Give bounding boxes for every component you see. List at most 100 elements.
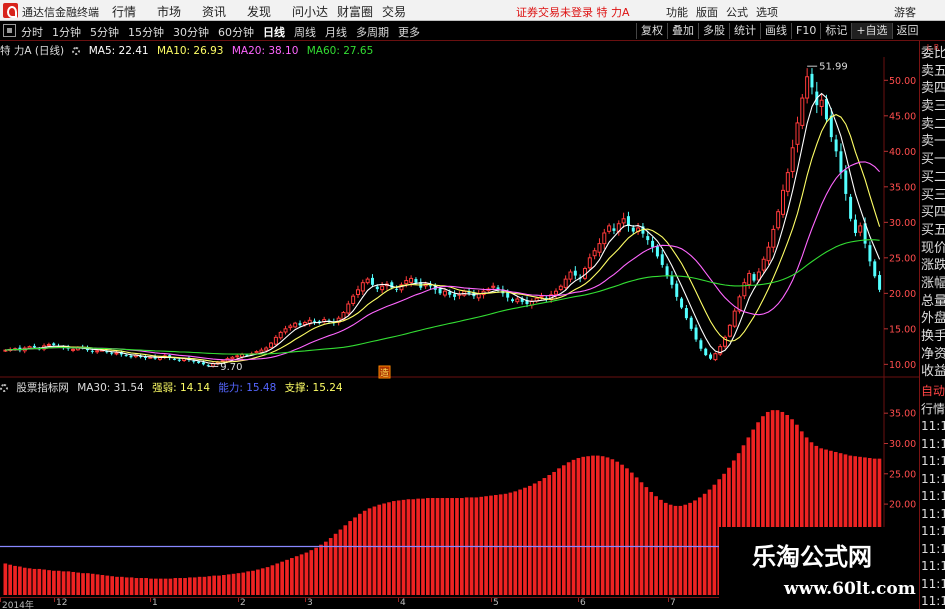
quote-row: 收益 xyxy=(921,364,945,380)
quote-row: 净资 xyxy=(921,346,945,362)
candle-up xyxy=(409,277,414,283)
indicator-bar xyxy=(659,499,663,595)
menu-wealth[interactable]: 财富圈 xyxy=(337,3,382,20)
candle-down xyxy=(414,279,418,283)
menu-news[interactable]: 资讯 xyxy=(202,3,247,20)
tool-overlay[interactable]: 叠加 xyxy=(667,23,698,39)
time-label: 2014年 xyxy=(2,601,34,609)
price-tick-label: 25.00 xyxy=(889,253,916,264)
window-icon[interactable] xyxy=(3,24,16,37)
candle-up xyxy=(230,356,235,360)
candle-down xyxy=(612,228,616,231)
price-tick-label: 30.00 xyxy=(889,218,916,229)
period-tab-daily[interactable]: 日线 xyxy=(263,24,285,40)
quote-row: 总量 xyxy=(921,293,945,309)
indicator-bar xyxy=(71,571,76,595)
candle-down xyxy=(834,139,838,152)
indicator-bar xyxy=(527,485,532,595)
period-tab-15min[interactable]: 15分钟 xyxy=(128,24,164,40)
period-tab-weekly[interactable]: 周线 xyxy=(294,24,316,40)
tick-row: 11:1 xyxy=(921,489,945,503)
indicator-bar xyxy=(280,561,284,595)
period-tab-intraday[interactable]: 分时 xyxy=(21,24,43,40)
menu-options[interactable]: 选项 xyxy=(756,4,786,20)
candle-up xyxy=(365,278,370,284)
period-tab-30min[interactable]: 30分钟 xyxy=(173,24,209,40)
menu-trade[interactable]: 交易 xyxy=(382,3,427,20)
guest-label[interactable]: 游客 xyxy=(894,4,916,20)
period-tab-multi[interactable]: 多周期 xyxy=(356,24,389,40)
candle-down xyxy=(689,317,693,329)
tick-rows: 自动 行情 11:1 11:1 11:1 11:1 11:1 11:1 11:1 11:1 11:1… xyxy=(920,383,945,609)
tick-row: 11:1 xyxy=(921,541,945,556)
period-tab-more[interactable]: 更多 xyxy=(398,24,420,40)
candle-up xyxy=(288,325,293,329)
indicator-bar xyxy=(571,459,576,595)
indicator-bar xyxy=(294,556,299,595)
indicator-bar xyxy=(639,482,644,595)
menu-ask[interactable]: 问小达 xyxy=(292,3,337,20)
candle-down xyxy=(453,294,457,297)
period-tab-monthly[interactable]: 月线 xyxy=(325,24,347,40)
quote-row: 卖四 xyxy=(921,81,945,97)
quote-row: 买五 xyxy=(921,222,945,238)
tool-stats[interactable]: 统计 xyxy=(729,23,760,39)
menu-discover[interactable]: 发现 xyxy=(247,3,292,20)
tick-row: 11:1 xyxy=(921,454,945,468)
chart-area[interactable]: 50.00 45.00 40.00 35.00 30.00 25.00 20.00 15.00… xyxy=(0,57,919,597)
tool-mark[interactable]: 标记 xyxy=(820,23,851,39)
candle-down xyxy=(573,270,577,276)
candle-down xyxy=(626,216,630,226)
indicator-bar xyxy=(693,500,697,595)
indicator-bar xyxy=(37,568,42,595)
candle-down xyxy=(810,73,814,88)
candle-down xyxy=(660,254,664,265)
candle-up xyxy=(278,331,283,339)
tick-row: 11:1 xyxy=(921,436,945,451)
main-menu: 行情 市场 资讯 发现 问小达 财富圈 交易 xyxy=(112,3,427,20)
tool-multi-stock[interactable]: 多股 xyxy=(698,23,729,39)
menu-formula[interactable]: 公式 xyxy=(726,4,756,20)
candle-down xyxy=(395,288,399,290)
menu-market[interactable]: 市场 xyxy=(157,3,202,20)
quote-row: 买三 xyxy=(921,187,945,203)
tool-add-watchlist[interactable]: +自选 xyxy=(851,23,892,39)
candle-down xyxy=(177,359,181,361)
tool-adjust[interactable]: 复权 xyxy=(636,23,667,39)
candle-up xyxy=(360,282,365,292)
indicator-bar xyxy=(489,495,493,595)
period-tab-1min[interactable]: 1分钟 xyxy=(52,24,81,40)
candle-down xyxy=(844,170,848,194)
tool-back[interactable]: 返回 xyxy=(891,23,923,39)
menu-quotes[interactable]: 行情 xyxy=(112,3,157,20)
time-label: 5 xyxy=(493,598,499,608)
indicator-bar xyxy=(139,578,144,595)
indicator-bar xyxy=(105,575,110,595)
indicator-bar xyxy=(387,502,391,595)
candle-up xyxy=(776,211,781,229)
tick-row: 自动 xyxy=(921,384,945,398)
quote-row: 换手 xyxy=(921,329,945,344)
watermark-title: 乐淘公式网 xyxy=(752,543,872,571)
stock-title[interactable]: 特 力A (日线) xyxy=(0,45,64,57)
candle-down xyxy=(699,340,703,349)
candle-down xyxy=(129,355,133,358)
quote-panel-header[interactable]: L R xyxy=(921,41,945,55)
candle-down xyxy=(709,354,713,359)
tool-f10[interactable]: F10 xyxy=(791,23,820,39)
candle-up xyxy=(766,246,771,262)
period-tab-60min[interactable]: 60分钟 xyxy=(218,24,254,40)
menu-function[interactable]: 功能 xyxy=(666,4,696,20)
menu-layout[interactable]: 版面 xyxy=(696,4,726,20)
period-tab-5min[interactable]: 5分钟 xyxy=(90,24,119,40)
gear-icon[interactable] xyxy=(72,47,81,55)
indicator-bar xyxy=(581,456,586,595)
indicator-bar xyxy=(299,554,304,595)
indicator-bar xyxy=(231,573,236,595)
indicator-bar xyxy=(285,559,289,595)
login-status[interactable]: 证券交易未登录 特 力A xyxy=(516,4,630,20)
tool-draw[interactable]: 画线 xyxy=(760,23,791,39)
indicator-bar xyxy=(47,570,51,595)
candle-down xyxy=(670,275,674,285)
candle-up xyxy=(800,97,805,126)
